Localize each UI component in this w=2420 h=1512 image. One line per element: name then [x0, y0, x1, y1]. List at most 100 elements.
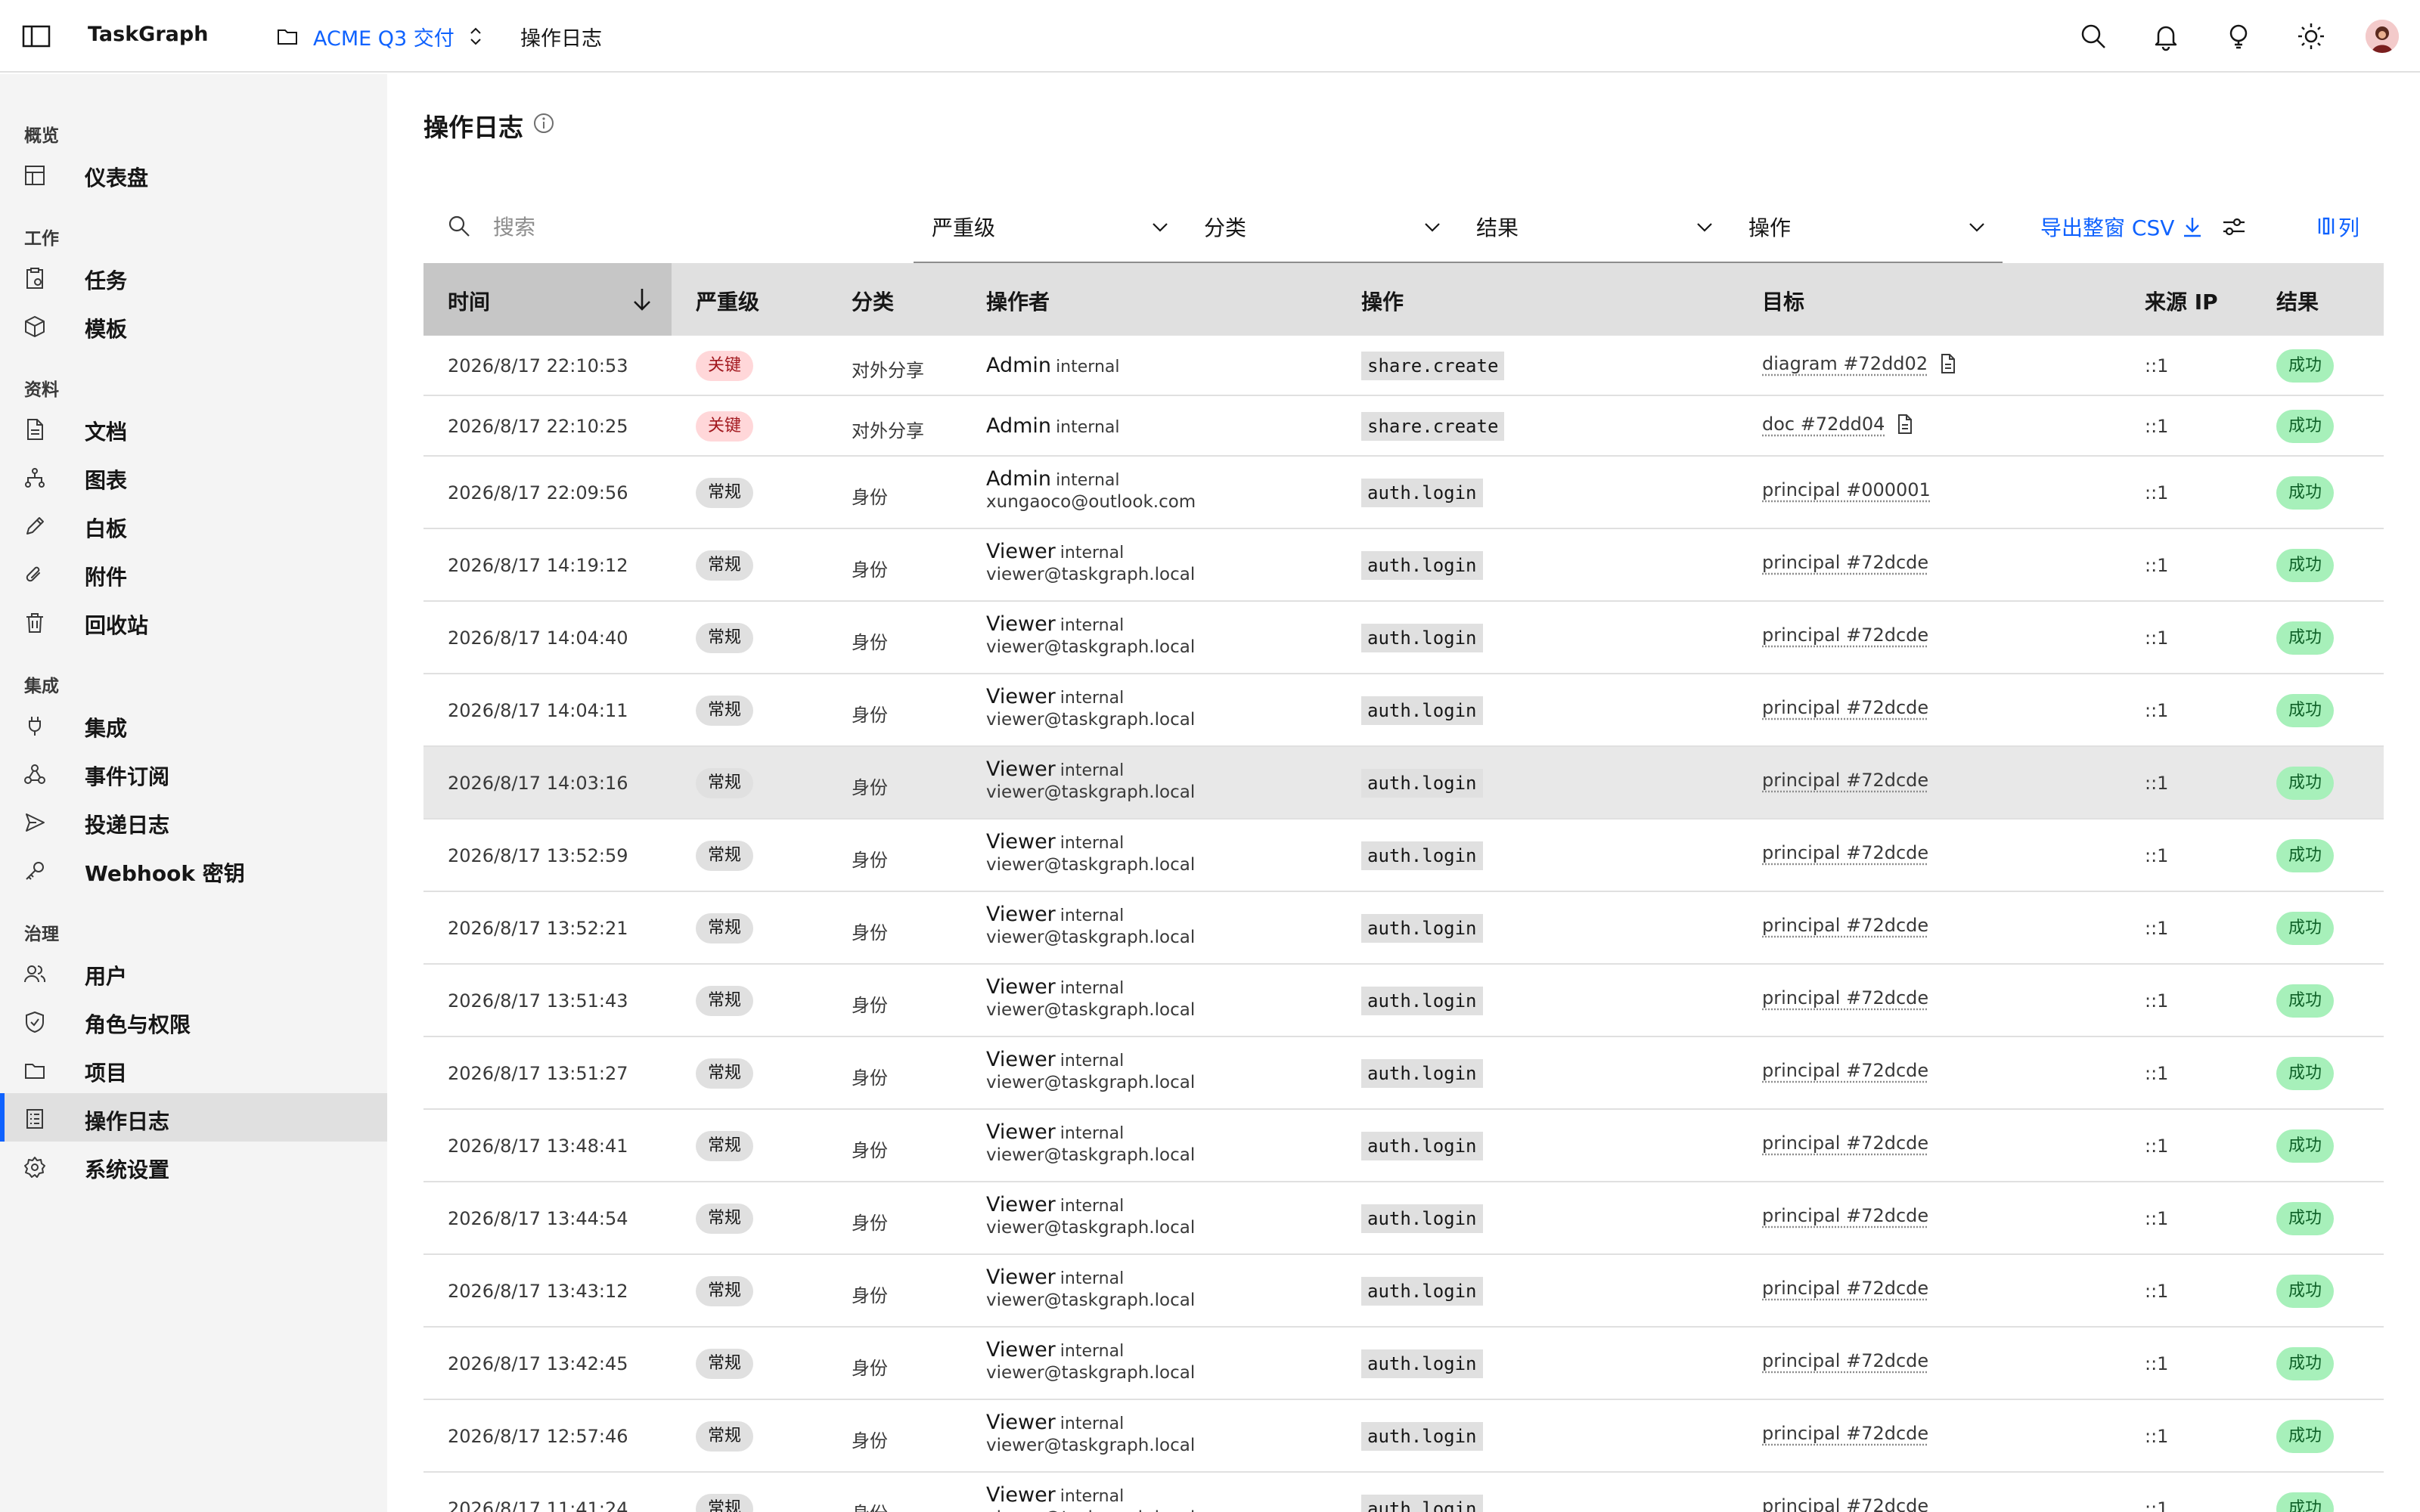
- target-link[interactable]: principal #72dcde: [1762, 697, 1928, 718]
- sidebar-item-delivery-log[interactable]: 投递日志: [0, 797, 387, 845]
- cell-target[interactable]: principal #72dcde: [1762, 842, 1928, 863]
- target-link[interactable]: principal #72dcde: [1762, 1060, 1928, 1081]
- copy-icon[interactable]: [1895, 413, 1915, 435]
- table-row[interactable]: 2026/8/17 13:51:27 常规 身份 Viewer internal view…: [424, 1037, 2384, 1110]
- column-header-target[interactable]: 目标: [1762, 286, 1804, 316]
- export-csv-button[interactable]: 导出整窗 CSV: [2025, 191, 2214, 263]
- table-row[interactable]: 2026/8/17 13:48:41 常规 身份 Viewer internal view…: [424, 1110, 2384, 1182]
- notification-bell-icon[interactable]: [2149, 20, 2183, 53]
- target-link[interactable]: principal #72dcde: [1762, 915, 1928, 936]
- target-link[interactable]: principal #72dcde: [1762, 1495, 1928, 1512]
- cell-target[interactable]: principal #72dcde: [1762, 1495, 1928, 1512]
- cell-target[interactable]: principal #72dcde: [1762, 624, 1928, 646]
- target-link[interactable]: principal #72dcde: [1762, 1132, 1928, 1154]
- sidebar-item-dashboard[interactable]: 仪表盘: [0, 150, 387, 198]
- table-row[interactable]: 2026/8/17 13:43:12 常规 身份 Viewer internal view…: [424, 1255, 2384, 1328]
- table-row[interactable]: 2026/8/17 22:09:56 常规 身份 Admin internal xunga…: [424, 457, 2384, 529]
- severity-filter[interactable]: 严重级: [914, 191, 1186, 263]
- table-row[interactable]: 2026/8/17 22:10:53 关键 对外分享 Admin internal sha…: [424, 336, 2384, 396]
- sidebar-item-tasks[interactable]: 任务: [0, 253, 387, 301]
- cell-target[interactable]: diagram #72dd02: [1762, 352, 1958, 375]
- sidebar-item-attachments[interactable]: 附件: [0, 549, 387, 597]
- project-switch-chevron-icon[interactable]: [464, 24, 487, 48]
- breadcrumb-project[interactable]: ACME Q3 交付: [313, 22, 455, 51]
- actor-email: viewer@taskgraph.local: [986, 1363, 1196, 1383]
- column-header-category[interactable]: 分类: [852, 286, 894, 316]
- sidebar-item-users[interactable]: 用户: [0, 948, 387, 996]
- column-header-result[interactable]: 结果: [2276, 286, 2319, 316]
- table-row[interactable]: 2026/8/17 12:57:46 常规 身份 Viewer internal view…: [424, 1400, 2384, 1473]
- sidebar-item-integrations[interactable]: 集成: [0, 700, 387, 748]
- filter-settings-icon[interactable]: [2217, 210, 2251, 243]
- table-row[interactable]: 2026/8/17 13:51:43 常规 身份 Viewer internal view…: [424, 965, 2384, 1037]
- column-header-severity[interactable]: 严重级: [696, 286, 759, 316]
- result-filter[interactable]: 结果: [1458, 191, 1730, 263]
- target-link[interactable]: principal #72dcde: [1762, 770, 1928, 791]
- target-link[interactable]: diagram #72dd02: [1762, 353, 1928, 374]
- target-link[interactable]: principal #72dcde: [1762, 1205, 1928, 1226]
- sidebar-item-audit-log[interactable]: 操作日志: [0, 1093, 387, 1142]
- search-icon[interactable]: [2077, 20, 2110, 53]
- column-header-time[interactable]: 时间: [424, 263, 672, 336]
- column-header-actor[interactable]: 操作者: [986, 286, 1050, 316]
- cell-target[interactable]: principal #72dcde: [1762, 987, 1928, 1009]
- cell-target[interactable]: principal #72dcde: [1762, 1350, 1928, 1371]
- filter-label: 操作: [1748, 215, 1792, 240]
- target-link[interactable]: principal #72dcde: [1762, 1423, 1928, 1444]
- operation-filter[interactable]: 操作: [1730, 191, 2003, 263]
- target-link[interactable]: principal #72dcde: [1762, 1350, 1928, 1371]
- table-row[interactable]: 2026/8/17 13:42:45 常规 身份 Viewer internal view…: [424, 1328, 2384, 1400]
- sidebar-item-projects[interactable]: 项目: [0, 1045, 387, 1093]
- columns-button[interactable]: 列: [2316, 191, 2384, 263]
- webhook-icon: [23, 762, 47, 786]
- target-link[interactable]: doc #72dd04: [1762, 414, 1885, 435]
- sidebar-item-webhook-keys[interactable]: Webhook 密钥: [0, 845, 387, 894]
- table-row[interactable]: 2026/8/17 13:52:59 常规 身份 Viewer internal view…: [424, 820, 2384, 892]
- cell-target[interactable]: principal #72dcde: [1762, 1060, 1928, 1081]
- cell-target[interactable]: principal #72dcde: [1762, 770, 1928, 791]
- target-link[interactable]: principal #72dcde: [1762, 552, 1928, 573]
- user-avatar[interactable]: [2366, 20, 2399, 53]
- sidebar-toggle-icon[interactable]: [21, 21, 51, 51]
- cell-target[interactable]: principal #72dcde: [1762, 1278, 1928, 1299]
- table-row[interactable]: 2026/8/17 14:04:11 常规 身份 Viewer internal view…: [424, 674, 2384, 747]
- sidebar-item-roles[interactable]: 角色与权限: [0, 996, 387, 1045]
- table-row[interactable]: 2026/8/17 14:04:40 常规 身份 Viewer internal view…: [424, 602, 2384, 674]
- lightbulb-icon[interactable]: [2222, 20, 2255, 53]
- cell-target[interactable]: principal #72dcde: [1762, 697, 1928, 718]
- info-icon[interactable]: [532, 112, 555, 135]
- sidebar-item-documents[interactable]: 文档: [0, 404, 387, 452]
- column-header-source-ip[interactable]: 来源 IP: [2145, 286, 2218, 316]
- cell-target[interactable]: principal #72dcde: [1762, 1205, 1928, 1226]
- table-row[interactable]: 2026/8/17 14:03:16 常规 身份 Viewer internal view…: [424, 747, 2384, 820]
- target-link[interactable]: principal #72dcde: [1762, 842, 1928, 863]
- table-row[interactable]: 2026/8/17 22:10:25 关键 对外分享 Admin internal sha…: [424, 396, 2384, 457]
- sidebar-item-templates[interactable]: 模板: [0, 301, 387, 349]
- brand-name[interactable]: TaskGraph: [88, 23, 208, 46]
- column-header-operation[interactable]: 操作: [1361, 286, 1404, 316]
- table-row[interactable]: 2026/8/17 13:52:21 常规 身份 Viewer internal view…: [424, 892, 2384, 965]
- cell-target[interactable]: principal #72dcde: [1762, 915, 1928, 936]
- table-row[interactable]: 2026/8/17 14:19:12 常规 身份 Viewer internal view…: [424, 529, 2384, 602]
- target-link[interactable]: principal #72dcde: [1762, 987, 1928, 1009]
- sidebar-item-trash[interactable]: 回收站: [0, 597, 387, 646]
- cell-target[interactable]: principal #000001: [1762, 479, 1931, 500]
- sidebar-item-system-settings[interactable]: 系统设置: [0, 1142, 387, 1190]
- cell-target[interactable]: principal #72dcde: [1762, 552, 1928, 573]
- actor-name: Viewer: [986, 685, 1056, 708]
- target-link[interactable]: principal #72dcde: [1762, 1278, 1928, 1299]
- cell-target[interactable]: doc #72dd04: [1762, 413, 1915, 435]
- sidebar-item-diagrams[interactable]: 图表: [0, 452, 387, 500]
- category-filter[interactable]: 分类: [1186, 191, 1458, 263]
- sidebar-item-whiteboard[interactable]: 白板: [0, 500, 387, 549]
- search-input[interactable]: [493, 204, 901, 249]
- table-row[interactable]: 2026/8/17 13:44:54 常规 身份 Viewer internal view…: [424, 1182, 2384, 1255]
- cell-target[interactable]: principal #72dcde: [1762, 1423, 1928, 1444]
- target-link[interactable]: principal #72dcde: [1762, 624, 1928, 646]
- cell-target[interactable]: principal #72dcde: [1762, 1132, 1928, 1154]
- sidebar-item-event-subscriptions[interactable]: 事件订阅: [0, 748, 387, 797]
- theme-sun-icon[interactable]: [2294, 20, 2328, 53]
- copy-icon[interactable]: [1938, 352, 1958, 375]
- table-row[interactable]: 2026/8/17 11:41:24 常规 身份 Viewerinternal view…: [424, 1473, 2384, 1512]
- target-link[interactable]: principal #000001: [1762, 479, 1931, 500]
